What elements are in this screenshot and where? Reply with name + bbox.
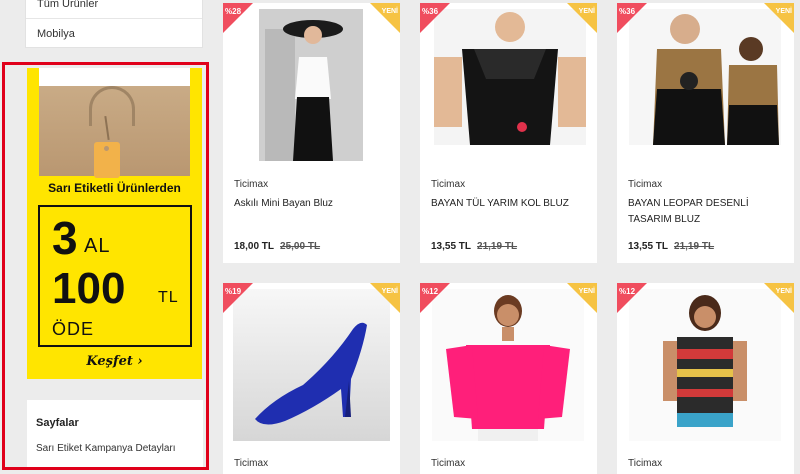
new-label: YENİ — [775, 8, 792, 15]
discount-label: %19 — [225, 287, 242, 296]
current-price: 13,55 TL — [628, 241, 669, 252]
product-image[interactable] — [629, 289, 781, 441]
product-card[interactable]: %12 YENİ Ticimax — [420, 283, 597, 474]
product-card[interactable]: %19 YENİ Ticimax — [223, 283, 400, 474]
product-name[interactable]: BAYAN LEOPAR DESENLİ TASARIM BLUZ — [628, 196, 783, 228]
product-price: 18,00 TL 25,00 TL — [234, 241, 320, 252]
product-brand: Ticimax — [628, 458, 663, 469]
product-card[interactable]: %36 YENİ Ticimax BAYAN TÜL YARIM KOL BLU… — [420, 3, 597, 263]
old-price: 25,00 TL — [280, 241, 321, 252]
old-price: 21,19 TL — [477, 241, 518, 252]
discount-label: %12 — [619, 287, 636, 296]
new-label: YENİ — [775, 288, 792, 295]
product-brand: Ticimax — [234, 458, 269, 469]
new-label: YENİ — [578, 8, 595, 15]
product-image[interactable] — [629, 9, 781, 145]
discount-label: %28 — [225, 7, 242, 16]
product-name[interactable]: BAYAN TÜL YARIM KOL BLUZ — [431, 196, 586, 212]
product-image[interactable] — [432, 289, 584, 441]
new-label: YENİ — [381, 8, 398, 15]
category-all-products[interactable]: Tüm Ürünler — [26, 0, 202, 19]
discount-label: %36 — [422, 7, 439, 16]
product-card[interactable]: %12 YENİ Ticimax — [617, 283, 794, 474]
selection-highlight — [2, 62, 209, 470]
product-price: 13,55 TL 21,19 TL — [628, 241, 714, 252]
product-brand: Ticimax — [431, 179, 466, 190]
new-label: YENİ — [578, 288, 595, 295]
category-furniture[interactable]: Mobilya — [26, 19, 202, 49]
current-price: 18,00 TL — [234, 241, 275, 252]
discount-label: %12 — [422, 287, 439, 296]
product-price: 13,55 TL 21,19 TL — [431, 241, 517, 252]
product-name[interactable]: Askılı Mini Bayan Bluz — [234, 196, 389, 212]
category-list: Tüm Ürünler Mobilya — [25, 0, 203, 48]
product-brand: Ticimax — [431, 458, 466, 469]
old-price: 21,19 TL — [674, 241, 715, 252]
new-label: YENİ — [381, 288, 398, 295]
product-card[interactable]: %28 YENİ Ticimax Askılı Mini Bayan Bluz … — [223, 3, 400, 263]
product-image[interactable] — [233, 289, 390, 441]
product-image[interactable] — [259, 9, 363, 161]
discount-label: %36 — [619, 7, 636, 16]
product-image[interactable] — [434, 9, 586, 145]
product-card[interactable]: %36 YENİ Ticimax BAYAN LEOPAR DESENLİ TA… — [617, 3, 794, 263]
product-brand: Ticimax — [628, 179, 663, 190]
current-price: 13,55 TL — [431, 241, 472, 252]
product-brand: Ticimax — [234, 179, 269, 190]
